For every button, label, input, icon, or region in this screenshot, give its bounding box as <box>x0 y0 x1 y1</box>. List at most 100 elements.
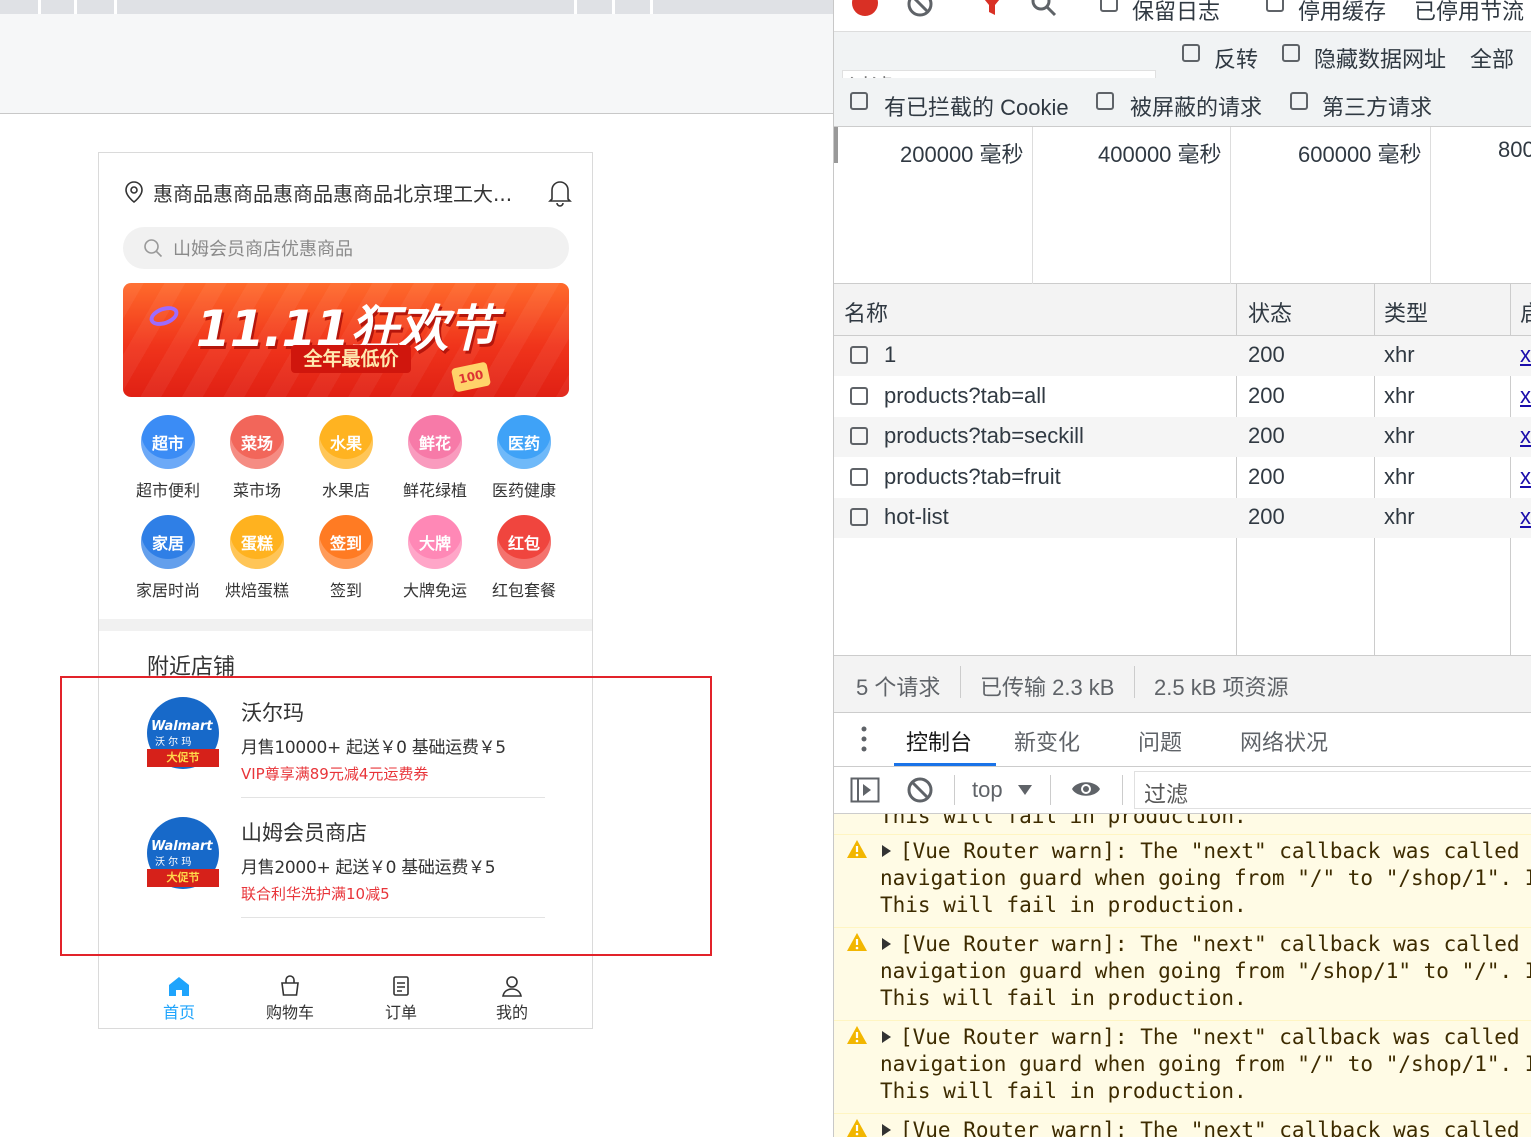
network-timeline[interactable]: 200000 毫秒 400000 毫秒 600000 毫秒 800 <box>834 126 1531 285</box>
expand-triangle-icon[interactable] <box>882 1124 891 1136</box>
column-header-status[interactable]: 状态 <box>1248 296 1292 328</box>
category-item[interactable]: 蛋糕 烘焙蛋糕 <box>212 515 302 601</box>
request-status: 200 <box>1248 423 1285 448</box>
row-checkbox[interactable] <box>850 467 868 486</box>
category-label: 红包套餐 <box>491 581 556 600</box>
request-name: 1 <box>884 342 897 367</box>
request-row[interactable]: 1 200 xhr x <box>834 336 1531 376</box>
tab-issues[interactable]: 问题 <box>1138 725 1182 757</box>
category-item[interactable]: 红包 红包套餐 <box>479 515 569 601</box>
bottom-tab-bar: 首页 购物车 订单 我的 <box>99 969 592 1029</box>
throttle-select[interactable]: 已停用节流 <box>1414 0 1524 26</box>
category-label: 超市便利 <box>135 481 200 500</box>
type-all-button[interactable]: 全部 <box>1470 42 1514 74</box>
row-checkbox[interactable] <box>850 427 868 445</box>
category-item[interactable]: 超市 超市便利 <box>123 415 213 501</box>
sidebar-toggle-icon[interactable] <box>850 777 880 803</box>
row-checkbox[interactable] <box>850 346 868 364</box>
tab-console[interactable]: 控制台 <box>906 725 972 757</box>
category-item[interactable]: 医药 医药健康 <box>479 415 569 501</box>
request-table: 名称 状态 类型 启 1200xhrxproducts?tab=all200xh… <box>834 284 1531 656</box>
request-status: 200 <box>1248 342 1285 367</box>
console-toolbar: top 过滤 <box>834 766 1531 814</box>
console-warning[interactable]: [Vue Router warn]: The "next" callback w… <box>834 834 1531 927</box>
hide-data-urls-label: 隐藏数据网址 <box>1314 47 1447 72</box>
category-item[interactable]: 鲜花 鲜花绿植 <box>390 415 480 501</box>
request-initiator[interactable]: x <box>1520 423 1531 449</box>
timeline-tick: 200000 毫秒 <box>900 142 1024 167</box>
location-bar[interactable]: 惠商品惠商品惠商品惠商品北京理工大... <box>123 177 563 207</box>
console-line: This will fail in production. <box>880 986 1247 1010</box>
tab-network-conditions[interactable]: 网络状况 <box>1240 725 1328 757</box>
more-options-icon[interactable] <box>860 725 868 753</box>
category-icon: 蛋糕 <box>230 515 284 569</box>
resources-size: 2.5 kB 项资源 <box>1154 675 1289 700</box>
devtools-panel: 保留日志 停用缓存 已停用节流 过滤 反转 隐藏数据网址 全部 有已拦截的 Co… <box>833 0 1531 1137</box>
search-bar[interactable]: 山姆会员商店优惠商品 <box>123 227 569 269</box>
request-row[interactable]: products?tab=fruit 200 xhr x <box>834 458 1531 498</box>
column-header-name[interactable]: 名称 <box>844 296 888 328</box>
search-placeholder: 山姆会员商店优惠商品 <box>173 239 353 260</box>
request-name: products?tab=fruit <box>884 463 1061 489</box>
annotation-highlight-box <box>60 676 712 956</box>
disable-cache-checkbox[interactable] <box>1266 0 1284 12</box>
blocked-requests-checkbox[interactable] <box>1096 92 1114 110</box>
category-item[interactable]: 家居 家居时尚 <box>123 515 213 601</box>
bell-icon[interactable] <box>547 177 573 207</box>
column-header-type[interactable]: 类型 <box>1384 296 1428 328</box>
chevron-down-icon[interactable] <box>1018 785 1032 795</box>
console-warning[interactable]: [Vue Router warn]: The "next" callback w… <box>834 1020 1531 1113</box>
row-checkbox[interactable] <box>850 386 868 405</box>
category-item[interactable]: 菜场 菜市场 <box>212 415 302 501</box>
preserve-log-label: 保留日志 <box>1132 0 1221 24</box>
request-initiator[interactable]: x <box>1520 504 1531 530</box>
expand-triangle-icon[interactable] <box>882 1031 891 1043</box>
filter-row: 过滤 反转 隐藏数据网址 全部 <box>834 32 1531 104</box>
category-item[interactable]: 签到 签到 <box>301 515 391 601</box>
preserve-log-checkbox[interactable] <box>1100 0 1118 12</box>
request-row[interactable]: hot-list 200 xhr x <box>834 498 1531 538</box>
tab-orders[interactable]: 订单 <box>366 975 436 1023</box>
tab-cart[interactable]: 购物车 <box>255 975 325 1023</box>
request-row[interactable]: products?tab=all 200 xhr x <box>834 377 1531 417</box>
eye-icon[interactable] <box>1070 777 1102 801</box>
third-party-label: 第三方请求 <box>1322 95 1433 120</box>
search-icon[interactable] <box>1030 0 1058 18</box>
category-label: 鲜花绿植 <box>402 481 467 500</box>
request-initiator[interactable]: x <box>1520 383 1531 409</box>
warning-icon <box>847 933 867 951</box>
clear-console-icon[interactable] <box>906 776 934 804</box>
promo-banner[interactable]: 11.11狂欢节 全年最低价 100 <box>123 283 569 397</box>
column-header-initiator[interactable]: 启 <box>1520 296 1531 328</box>
context-selector[interactable]: top <box>972 777 1003 803</box>
console-line: navigation guard when going from "/" to … <box>880 866 1531 890</box>
location-pin-icon <box>125 181 143 204</box>
clear-icon[interactable] <box>906 0 934 18</box>
invert-checkbox[interactable] <box>1182 44 1200 62</box>
category-item[interactable]: 大牌 大牌免运 <box>390 515 480 601</box>
request-initiator[interactable]: x <box>1520 464 1531 490</box>
console-warning[interactable]: [Vue Router warn]: The "next" callback w… <box>834 1113 1531 1137</box>
row-checkbox[interactable] <box>850 508 868 526</box>
tab-mine[interactable]: 我的 <box>477 975 547 1023</box>
console-filter-input[interactable]: 过滤 <box>1144 777 1188 809</box>
tab-whats-new[interactable]: 新变化 <box>1014 725 1080 757</box>
tab-home[interactable]: 首页 <box>144 975 214 1023</box>
hide-data-urls-checkbox[interactable] <box>1282 44 1300 62</box>
category-icon: 超市 <box>141 415 195 469</box>
console-line: [Vue Router warn]: The "next" callback w… <box>900 932 1520 956</box>
blocked-cookies-checkbox[interactable] <box>850 92 868 110</box>
category-item[interactable]: 水果 水果店 <box>301 415 391 501</box>
category-label: 水果店 <box>321 481 370 500</box>
blocked-cookies-label: 有已拦截的 Cookie <box>884 95 1069 120</box>
page-header-area <box>0 14 833 114</box>
expand-triangle-icon[interactable] <box>882 845 891 857</box>
record-icon[interactable] <box>852 0 878 16</box>
console-message: This will fail in production. <box>880 814 1247 828</box>
request-row[interactable]: products?tab=seckill 200 xhr x <box>834 417 1531 457</box>
expand-triangle-icon[interactable] <box>882 938 891 950</box>
request-initiator[interactable]: x <box>1520 342 1531 368</box>
third-party-checkbox[interactable] <box>1290 92 1308 110</box>
console-warning[interactable]: [Vue Router warn]: The "next" callback w… <box>834 927 1531 1020</box>
filter-funnel-icon[interactable] <box>978 0 1006 18</box>
